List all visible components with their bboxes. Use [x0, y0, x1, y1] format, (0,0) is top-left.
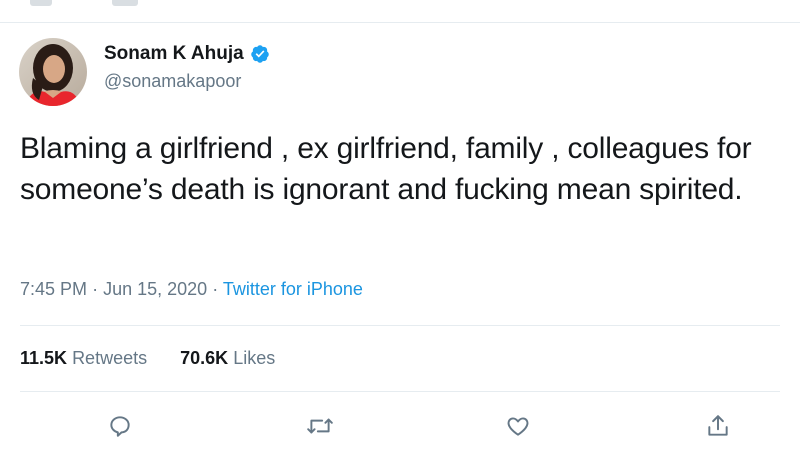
display-name[interactable]: Sonam K Ahuja	[104, 43, 244, 65]
divider	[20, 325, 780, 326]
tweet-stats: 11.5K Retweets 70.6K Likes	[20, 348, 303, 369]
tweet-time[interactable]: 7:45 PM	[20, 279, 87, 299]
retweets-count: 11.5K	[20, 348, 68, 368]
retweets-label: Retweets	[72, 348, 148, 368]
user-handle[interactable]: @sonamakapoor	[104, 71, 270, 92]
like-icon	[505, 413, 531, 444]
tweet-text: Blaming a girlfriend , ex girlfriend, fa…	[20, 132, 752, 206]
share-icon	[705, 413, 731, 444]
profile-photo	[19, 38, 87, 106]
divider	[20, 391, 780, 392]
reply-icon	[107, 413, 133, 444]
share-button[interactable]	[702, 412, 734, 444]
like-button[interactable]	[502, 412, 534, 444]
retweet-icon	[306, 413, 334, 444]
previous-tweet-fragment	[30, 0, 52, 6]
retweet-button[interactable]	[304, 412, 336, 444]
likes-stat[interactable]: 70.6K Likes	[180, 348, 275, 368]
tweet-actions	[0, 412, 800, 448]
likes-label: Likes	[233, 348, 276, 368]
meta-separator: ·	[212, 279, 219, 299]
previous-tweet-fragment	[112, 0, 138, 6]
meta-separator: ·	[92, 279, 99, 299]
reply-button[interactable]	[104, 412, 136, 444]
tweet-author[interactable]: Sonam K Ahuja @sonamakapoor	[104, 43, 270, 92]
avatar[interactable]	[19, 38, 87, 106]
tweet-meta: 7:45 PM · Jun 15, 2020 · Twitter for iPh…	[20, 279, 363, 300]
likes-count: 70.6K	[180, 348, 229, 368]
tweet-date[interactable]: Jun 15, 2020	[103, 279, 207, 299]
tweet-source-link[interactable]: Twitter for iPhone	[223, 279, 363, 299]
verified-badge-icon	[250, 44, 270, 64]
top-divider	[0, 22, 800, 23]
retweets-stat[interactable]: 11.5K Retweets	[20, 348, 152, 368]
